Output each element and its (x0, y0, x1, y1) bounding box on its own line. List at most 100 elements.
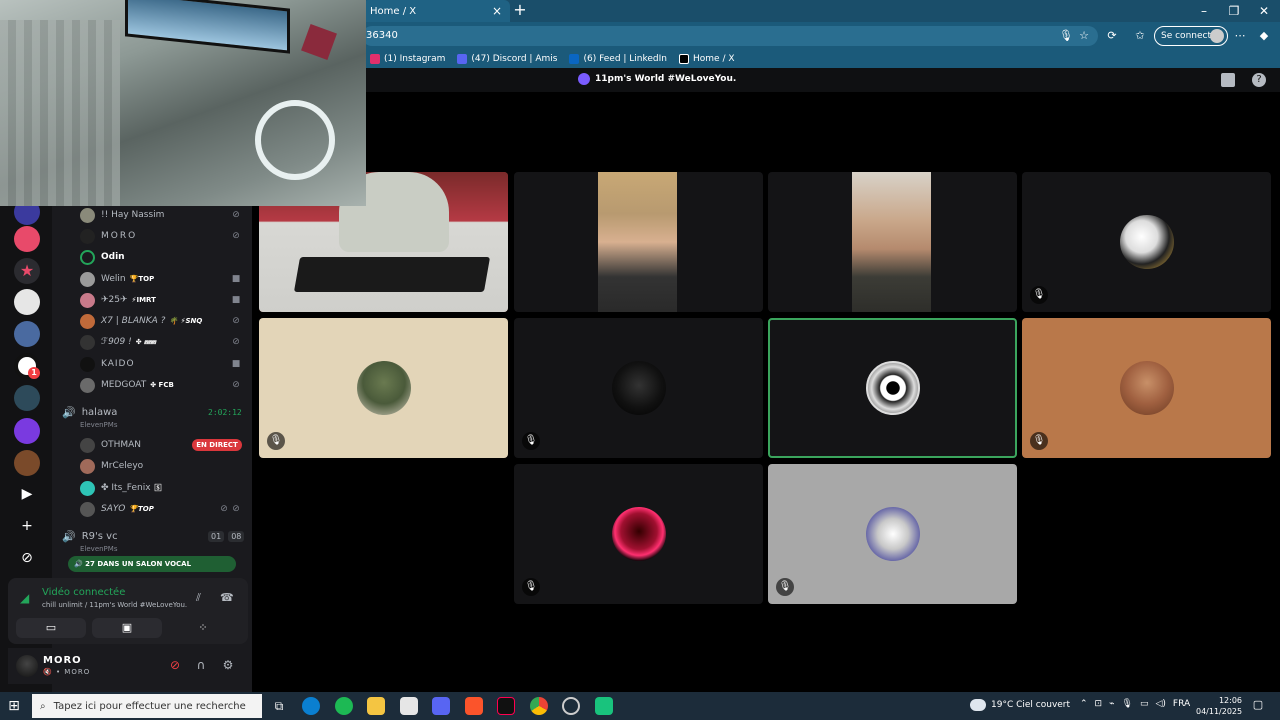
voice-member[interactable]: Welin 🏆TOP (80, 271, 154, 287)
inbox-icon[interactable] (1221, 73, 1235, 87)
voice-member[interactable]: OTHMAN (80, 437, 141, 453)
video-tile-4[interactable]: 🎙 (1022, 172, 1271, 312)
voice-status-title[interactable]: Vidéo connectée (42, 587, 125, 598)
discover-icon[interactable]: ⊘ (14, 545, 40, 571)
activities-button[interactable]: ⁘ (168, 618, 238, 638)
server-icon[interactable]: 1 (14, 353, 40, 379)
username[interactable]: MORO (43, 655, 82, 666)
headphones-icon[interactable]: ∩ (193, 657, 209, 673)
video-tile-10[interactable]: 🎙 (768, 464, 1017, 604)
avatar[interactable] (16, 655, 38, 677)
chevron-up-icon[interactable]: ⌃ (1080, 699, 1088, 709)
server-icon[interactable] (14, 450, 40, 476)
server-icon[interactable] (14, 321, 40, 347)
server-icon[interactable] (14, 289, 40, 315)
disconnect-icon[interactable]: ☎ (220, 591, 234, 605)
spotify-icon[interactable] (335, 697, 353, 715)
notification-icon[interactable]: ▢ (1250, 698, 1266, 714)
server-icon[interactable] (14, 385, 40, 411)
video-tile-8[interactable]: 🎙 (1022, 318, 1271, 458)
volume-icon[interactable]: ◁) (1155, 699, 1165, 709)
signin-button[interactable]: Se connecter (1154, 26, 1228, 46)
edge-icon[interactable] (302, 697, 320, 715)
server-icon[interactable] (14, 226, 40, 252)
user-limit: 08 (228, 531, 245, 542)
microphone-icon[interactable]: 🎙 (1058, 28, 1074, 44)
signal-icon[interactable]: ◢ (20, 591, 34, 605)
voice-member[interactable]: Odin (80, 249, 125, 265)
browser-tab[interactable]: Home / X × (362, 0, 510, 22)
close-window-button[interactable]: ✕ (1254, 2, 1274, 20)
bookmark-x[interactable]: Home / X (679, 54, 735, 64)
mic-muted-icon[interactable]: ⊘ (167, 657, 183, 673)
play-icon[interactable]: ▶ (14, 481, 40, 507)
weather-widget[interactable]: 19°C Ciel couvert (970, 699, 1070, 711)
voice-member[interactable]: X7 | BLANKA ? 🌴 ⚡SNQ (80, 313, 202, 329)
tiktok-icon[interactable] (497, 697, 515, 715)
voice-channel-halawa[interactable]: 🔊 halawa (62, 406, 117, 419)
task-view-icon[interactable]: ⧉ (270, 697, 288, 715)
camera-icon[interactable]: ▭ (1140, 699, 1149, 709)
voice-member[interactable]: MEDGOAT ✤ FCB (80, 377, 174, 393)
app-icon[interactable] (595, 697, 613, 715)
voice-member[interactable]: MORO (80, 228, 137, 244)
brave-icon[interactable] (465, 697, 483, 715)
refresh-icon[interactable]: ⟳ (1104, 28, 1120, 44)
video-tile-9[interactable]: 🎙 (514, 464, 763, 604)
bookmark-label: Home / X (693, 54, 735, 64)
language-indicator[interactable]: FRA (1173, 699, 1190, 709)
video-tile-2[interactable] (514, 172, 763, 312)
user-avatar (865, 507, 920, 561)
windows-start-icon[interactable]: ⊞ (4, 696, 24, 716)
copilot-icon[interactable]: ◆ (1256, 28, 1272, 44)
clock[interactable]: 12:06 04/11/2025 (1196, 695, 1242, 717)
server-icon[interactable] (14, 418, 40, 444)
discord-icon[interactable] (432, 697, 450, 715)
taskbar-search[interactable]: ⌕ Tapez ici pour effectuer une recherche (32, 694, 262, 718)
server-icon (578, 73, 590, 85)
tab-close-icon[interactable]: × (492, 4, 502, 18)
settings-gear-icon[interactable]: ⚙ (220, 657, 236, 673)
minimize-button[interactable]: – (1194, 2, 1214, 20)
voice-member[interactable]: MrCeleyo (80, 458, 143, 474)
maximize-button[interactable]: ❐ (1224, 2, 1244, 20)
bookmark-instagram[interactable]: (1) Instagram (370, 54, 445, 64)
user-avatar (1119, 361, 1174, 415)
favorite-star-icon[interactable]: ☆ (1076, 28, 1092, 44)
live-badge: EN DIRECT (192, 439, 242, 451)
file-explorer-icon[interactable] (367, 697, 385, 715)
video-tile-3[interactable] (768, 172, 1017, 312)
store-icon[interactable] (400, 697, 418, 715)
video-tile-6[interactable]: 🎙 (514, 318, 763, 458)
add-server-icon[interactable]: + (14, 513, 40, 539)
bookmark-discord[interactable]: (47) Discord | Amis (457, 54, 557, 64)
address-bar[interactable]: 36340 (362, 26, 1098, 46)
help-icon[interactable]: ? (1252, 73, 1266, 87)
member-tag: ✤ FCB (150, 381, 174, 389)
bookmark-linkedin[interactable]: (6) Feed | LinkedIn (569, 54, 667, 64)
microphone-icon[interactable]: 🎙 (1122, 699, 1133, 709)
new-tab-button[interactable]: + (512, 2, 528, 18)
voice-member[interactable]: KAIDO (80, 356, 135, 372)
voice-status-subtitle[interactable]: chill unlimit / 11pm's World #WeLoveYou. (42, 601, 187, 609)
app-icon[interactable] (562, 697, 580, 715)
voice-member[interactable]: SAYO 🏆TOP (80, 501, 154, 517)
video-tile-5[interactable]: 🎙 (259, 318, 508, 458)
screen-share-button[interactable]: ▣ (92, 618, 162, 638)
wifi-off-icon[interactable]: ⌁ (1109, 699, 1114, 709)
more-options-icon[interactable]: ⋯ (1232, 28, 1248, 44)
camera-toggle-button[interactable]: ▭ (16, 618, 86, 638)
voice-count-pill[interactable]: 🔊 27 DANS UN SALON VOCAL (68, 556, 236, 572)
cloud-icon (970, 699, 986, 711)
noise-suppression-icon[interactable]: ⫽ (196, 591, 210, 605)
voice-member[interactable]: !! Hay Nassim (80, 207, 164, 223)
voice-member[interactable]: ℱ909 ! ✤ ⩎⩎⩎ (80, 334, 156, 350)
video-tile-7[interactable] (768, 318, 1017, 458)
favorites-icon[interactable]: ✩ (1132, 28, 1148, 44)
server-icon[interactable]: ★ (14, 258, 40, 284)
network-icon[interactable]: ⊡ (1095, 699, 1103, 709)
voice-member[interactable]: ✈25✈ ⚡IMRT (80, 292, 156, 308)
voice-member[interactable]: ✤ Its_Fenix 🅂 (80, 480, 162, 496)
chrome-icon[interactable] (530, 697, 548, 715)
voice-channel-r9[interactable]: 🔊 R9's vc (62, 530, 118, 543)
